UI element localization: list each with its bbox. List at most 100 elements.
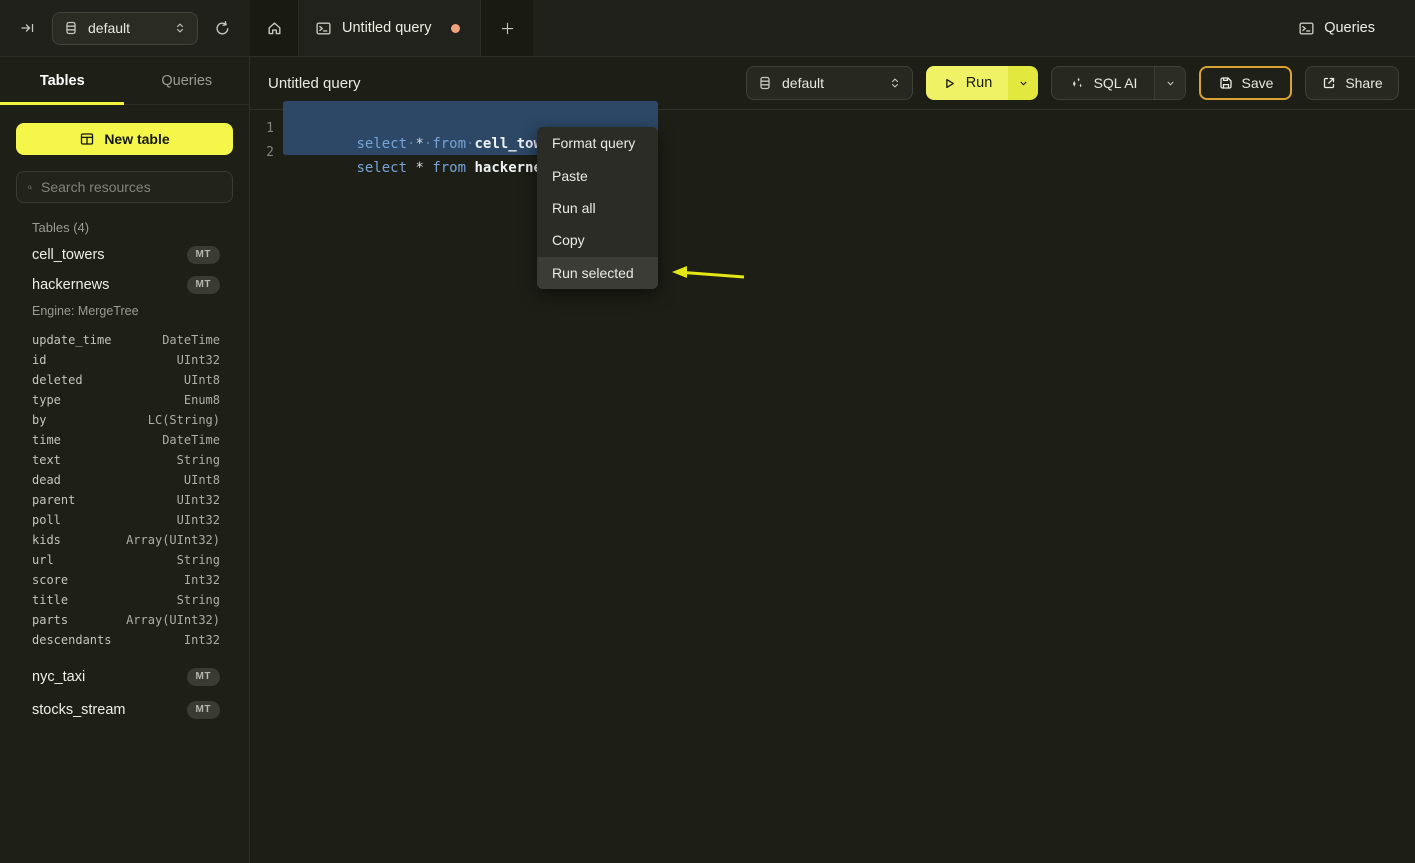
sidebar-tab-tables[interactable]: Tables — [0, 57, 125, 104]
column-row[interactable]: poll UInt32 — [32, 510, 220, 530]
column-type: String — [177, 593, 220, 607]
sql-ai-options-button[interactable] — [1154, 67, 1185, 99]
column-name: text — [32, 453, 61, 467]
sql-ai-button[interactable]: SQL AI — [1052, 67, 1154, 99]
search-icon — [27, 180, 33, 195]
topbar-spacer — [533, 0, 1292, 56]
column-name: time — [32, 433, 61, 447]
table-row-hackernews[interactable]: hackernews MT — [32, 270, 220, 300]
column-name: kids — [32, 533, 61, 547]
query-toolbar: default Run — [746, 66, 1399, 100]
column-row[interactable]: parts Array(UInt32) — [32, 610, 220, 630]
toolbar-database-selector[interactable]: default — [746, 66, 913, 100]
save-button[interactable]: Save — [1199, 66, 1292, 100]
context-menu-item[interactable]: Run selected — [537, 257, 658, 289]
column-type: Array(UInt32) — [126, 613, 220, 627]
sparkles-icon — [1069, 75, 1085, 91]
column-row[interactable]: parent UInt32 — [32, 490, 220, 510]
sql-ai-split-button: SQL AI — [1051, 66, 1186, 100]
editor-line-2[interactable]: 2 select * from hackernews limit — [250, 140, 1415, 164]
table-row-cell-towers[interactable]: cell_towers MT — [32, 240, 220, 270]
column-name: descendants — [32, 633, 111, 647]
column-type: UInt32 — [177, 353, 220, 367]
terminal-icon — [315, 20, 332, 37]
column-name: score — [32, 573, 68, 587]
collapse-sidebar-button[interactable] — [16, 16, 40, 40]
context-menu-item[interactable]: Copy — [537, 224, 658, 256]
tab-label: Untitled query — [342, 20, 431, 36]
column-row[interactable]: text String — [32, 450, 220, 470]
column-name: parent — [32, 493, 75, 507]
annotation-arrow — [668, 263, 748, 283]
code-token: from — [432, 160, 466, 176]
engine-badge: MT — [187, 668, 220, 686]
play-icon — [942, 76, 957, 91]
column-type: Enum8 — [184, 393, 220, 407]
chevron-down-icon — [1164, 77, 1177, 90]
table-row-nyc-taxi[interactable]: nyc_taxi MT — [32, 662, 220, 692]
column-row[interactable]: descendants Int32 — [32, 630, 220, 650]
column-row[interactable]: kids Array(UInt32) — [32, 530, 220, 550]
refresh-button[interactable] — [210, 16, 234, 40]
sql-ai-label: SQL AI — [1094, 75, 1138, 91]
column-row[interactable]: title String — [32, 590, 220, 610]
plus-icon — [500, 21, 515, 36]
column-row[interactable]: dead UInt8 — [32, 470, 220, 490]
run-options-button[interactable] — [1008, 66, 1038, 100]
chevron-updown-icon — [173, 20, 187, 36]
new-tab-button[interactable] — [481, 0, 533, 56]
database-selector[interactable]: default — [52, 12, 198, 45]
table-row-stocks-stream[interactable]: stocks_stream MT — [32, 695, 220, 725]
run-button-label: Run — [966, 75, 993, 91]
share-icon — [1321, 75, 1337, 91]
tab-untitled-query[interactable]: Untitled query — [298, 0, 481, 56]
engine-badge: MT — [187, 246, 220, 264]
context-menu-item[interactable]: Paste — [537, 159, 658, 191]
share-button[interactable]: Share — [1305, 66, 1399, 100]
queries-button[interactable]: Queries — [1292, 11, 1381, 45]
column-type: LC(String) — [148, 413, 220, 427]
column-type: String — [177, 553, 220, 567]
column-type: DateTime — [162, 433, 220, 447]
chevron-down-icon — [1017, 77, 1030, 90]
active-tab-underline — [0, 102, 124, 105]
column-row[interactable]: time DateTime — [32, 430, 220, 450]
context-menu-item[interactable]: Format query — [537, 127, 658, 159]
queries-terminal-icon — [1298, 20, 1315, 37]
column-row[interactable]: url String — [32, 550, 220, 570]
column-row[interactable]: score Int32 — [32, 570, 220, 590]
column-name: dead — [32, 473, 61, 487]
table-list: cell_towers MT hackernews MT Engine: Mer… — [16, 240, 233, 725]
column-row[interactable]: update_time DateTime — [32, 330, 220, 350]
top-bar: default Untitl — [0, 0, 1415, 57]
database-selector-value: default — [88, 20, 130, 36]
column-row[interactable]: type Enum8 — [32, 390, 220, 410]
context-menu-item[interactable]: Run all — [537, 192, 658, 224]
column-type: DateTime — [162, 333, 220, 347]
column-row[interactable]: deleted UInt8 — [32, 370, 220, 390]
chevron-updown-icon — [888, 75, 902, 91]
new-table-label: New table — [104, 131, 169, 147]
new-table-button[interactable]: New table — [16, 123, 233, 155]
run-button[interactable]: Run — [926, 66, 1008, 100]
column-row[interactable]: by LC(String) — [32, 410, 220, 430]
queries-button-label: Queries — [1324, 20, 1375, 36]
search-input[interactable] — [41, 179, 222, 195]
editor-context-menu: Format query Paste Run all Copy Run sele… — [537, 127, 658, 289]
table-grid-icon — [79, 131, 95, 147]
share-button-label: Share — [1345, 75, 1382, 91]
run-split-button: Run — [926, 66, 1038, 100]
column-list: update_time DateTime id UInt32 deleted U… — [32, 330, 220, 650]
home-button[interactable] — [250, 0, 298, 56]
code-token: * — [415, 160, 423, 176]
column-name: poll — [32, 513, 61, 527]
sidebar-tab-queries[interactable]: Queries — [125, 57, 250, 104]
tab-strip: Untitled query — [250, 0, 533, 56]
column-name: title — [32, 593, 68, 607]
app-window: default Untitl — [0, 0, 1415, 863]
line-number: 2 — [250, 145, 274, 160]
sql-editor[interactable]: 1 select·*·from·cell_towers·limit·100 2 … — [250, 110, 1415, 164]
column-row[interactable]: id UInt32 — [32, 350, 220, 370]
column-name: id — [32, 353, 46, 367]
engine-badge: MT — [187, 276, 220, 294]
